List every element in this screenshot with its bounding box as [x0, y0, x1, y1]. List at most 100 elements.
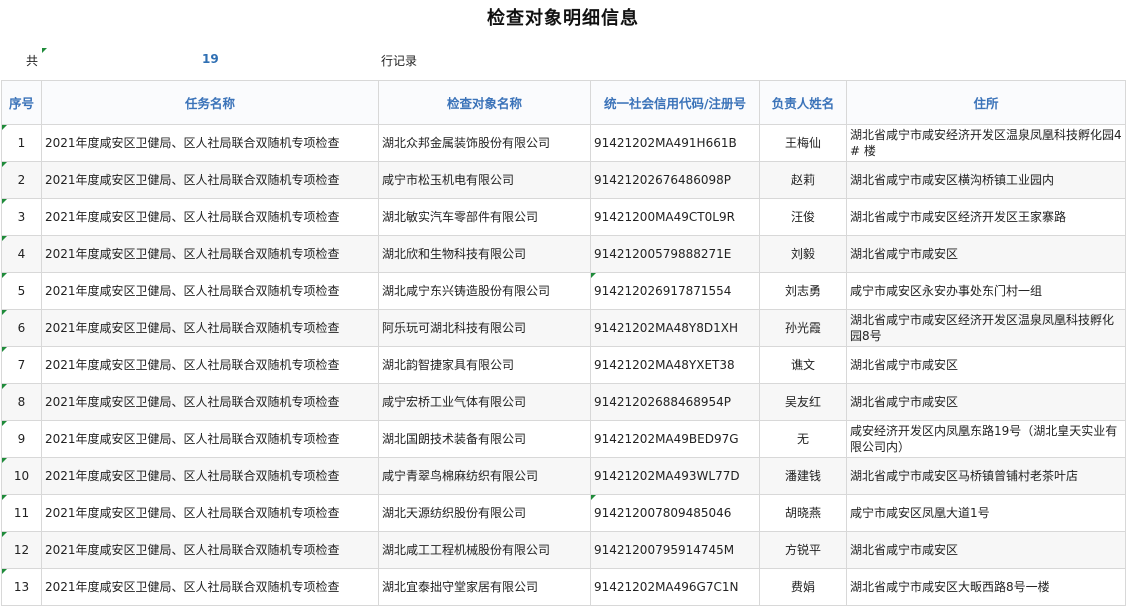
cell-seq: 6	[1, 309, 42, 347]
cell-target: 湖北国朗技术装备有限公司	[378, 420, 591, 458]
cell-code: 91421202MA49BED97G	[590, 420, 760, 458]
table-row[interactable]: 10 2021年度咸安区卫健局、区人社局联合双随机专项检查 咸宁青翠鸟棉麻纺织有限公…	[1, 457, 1126, 495]
cell-address: 湖北省咸宁市咸安经济开发区温泉凤凰科技孵化园4 # 楼	[846, 124, 1126, 162]
cell-target: 咸宁市松玉机电有限公司	[378, 161, 591, 199]
cell-task: 2021年度咸安区卫健局、区人社局联合双随机专项检查	[41, 420, 379, 458]
cell-address: 湖北省咸宁市咸安区	[846, 346, 1126, 384]
cell-task: 2021年度咸安区卫健局、区人社局联合双随机专项检查	[41, 309, 379, 347]
table-row[interactable]: 1 2021年度咸安区卫健局、区人社局联合双随机专项检查 湖北众邦金属装饰股份有限公…	[1, 124, 1126, 162]
cell-target: 咸宁青翠鸟棉麻纺织有限公司	[378, 457, 591, 495]
cell-code: 91421202676486098P	[590, 161, 760, 199]
table-row[interactable]: 6 2021年度咸安区卫健局、区人社局联合双随机专项检查 阿乐玩可湖北科技有限公司 9…	[1, 309, 1126, 347]
cell-person: 方锐平	[759, 531, 847, 569]
cell-person: 王梅仙	[759, 124, 847, 162]
cell-code: 914212007809485046	[590, 494, 760, 532]
cell-comment-marker	[2, 532, 7, 537]
cell-task: 2021年度咸安区卫健局、区人社局联合双随机专项检查	[41, 272, 379, 310]
cell-seq: 3	[1, 198, 42, 236]
page-title: 检查对象明细信息	[487, 8, 639, 29]
cell-code: 91421200MA49CT0L9R	[590, 198, 760, 236]
inspection-table: 序号 任务名称 检查对象名称 统一社会信用代码/注册号 负责人姓名 住所 1 20…	[1, 80, 1126, 606]
cell-task: 2021年度咸安区卫健局、区人社局联合双随机专项检查	[41, 198, 379, 236]
cell-comment-marker	[2, 162, 7, 167]
cell-target: 湖北宜泰拙守堂家居有限公司	[378, 568, 591, 606]
cell-task: 2021年度咸安区卫健局、区人社局联合双随机专项检查	[41, 235, 379, 273]
cell-comment-marker	[2, 347, 7, 352]
cell-comment-marker	[2, 458, 7, 463]
cell-person: 费娟	[759, 568, 847, 606]
cell-target: 湖北众邦金属装饰股份有限公司	[378, 124, 591, 162]
header-address: 住所	[846, 80, 1126, 125]
cell-person: 谯文	[759, 346, 847, 384]
cell-comment-marker	[2, 199, 7, 204]
table-row[interactable]: 11 2021年度咸安区卫健局、区人社局联合双随机专项检查 湖北天源纺织股份有限公司…	[1, 494, 1126, 532]
cell-target: 湖北咸工工程机械股份有限公司	[378, 531, 591, 569]
cell-task: 2021年度咸安区卫健局、区人社局联合双随机专项检查	[41, 494, 379, 532]
cell-address: 湖北省咸宁市咸安区	[846, 235, 1126, 273]
cell-task: 2021年度咸安区卫健局、区人社局联合双随机专项检查	[41, 346, 379, 384]
header-task: 任务名称	[41, 80, 379, 125]
cell-task: 2021年度咸安区卫健局、区人社局联合双随机专项检查	[41, 124, 379, 162]
cell-comment-marker	[42, 48, 47, 53]
table-row[interactable]: 4 2021年度咸安区卫健局、区人社局联合双随机专项检查 湖北欣和生物科技有限公司 9…	[1, 235, 1126, 273]
cell-comment-marker	[591, 273, 596, 278]
table-row[interactable]: 5 2021年度咸安区卫健局、区人社局联合双随机专项检查 湖北咸宁东兴铸造股份有限公…	[1, 272, 1126, 310]
cell-address: 湖北省咸宁市咸安区马桥镇曾铺村老茶叶店	[846, 457, 1126, 495]
cell-seq: 9	[1, 420, 42, 458]
cell-target: 咸宁宏桥工业气体有限公司	[378, 383, 591, 421]
cell-address: 湖北省咸宁市咸安区大畈西路8号一楼	[846, 568, 1126, 606]
table-row[interactable]: 3 2021年度咸安区卫健局、区人社局联合双随机专项检查 湖北敏实汽车零部件有限公司…	[1, 198, 1126, 236]
cell-comment-marker	[2, 310, 7, 315]
cell-code: 91421202MA493WL77D	[590, 457, 760, 495]
cell-person: 汪俊	[759, 198, 847, 236]
cell-seq: 12	[1, 531, 42, 569]
cell-seq: 10	[1, 457, 42, 495]
cell-address: 湖北省咸宁市咸安区经济开发区温泉凤凰科技孵化园8号	[846, 309, 1126, 347]
cell-seq: 8	[1, 383, 42, 421]
cell-comment-marker	[2, 125, 7, 130]
table-row[interactable]: 2 2021年度咸安区卫健局、区人社局联合双随机专项检查 咸宁市松玉机电有限公司 91…	[1, 161, 1126, 199]
cell-task: 2021年度咸安区卫健局、区人社局联合双随机专项检查	[41, 161, 379, 199]
cell-person: 刘志勇	[759, 272, 847, 310]
cell-code: 91421202MA491H661B	[590, 124, 760, 162]
cell-seq: 7	[1, 346, 42, 384]
cell-comment-marker	[2, 569, 7, 574]
cell-person: 赵莉	[759, 161, 847, 199]
table-row[interactable]: 8 2021年度咸安区卫健局、区人社局联合双随机专项检查 咸宁宏桥工业气体有限公司 9…	[1, 383, 1126, 421]
cell-task: 2021年度咸安区卫健局、区人社局联合双随机专项检查	[41, 383, 379, 421]
cell-person: 吴友红	[759, 383, 847, 421]
cell-code: 91421202688468954P	[590, 383, 760, 421]
cell-comment-marker	[2, 273, 7, 278]
header-person: 负责人姓名	[759, 80, 847, 125]
cell-address: 湖北省咸宁市咸安区横沟桥镇工业园内	[846, 161, 1126, 199]
cell-address: 湖北省咸宁市咸安区	[846, 531, 1126, 569]
cell-code: 914212026917871554	[590, 272, 760, 310]
table-row[interactable]: 13 2021年度咸安区卫健局、区人社局联合双随机专项检查 湖北宜泰拙守堂家居有限公…	[1, 568, 1126, 606]
cell-comment-marker	[2, 384, 7, 389]
table-row[interactable]: 12 2021年度咸安区卫健局、区人社局联合双随机专项检查 湖北咸工工程机械股份有限…	[1, 531, 1126, 569]
table-row[interactable]: 9 2021年度咸安区卫健局、区人社局联合双随机专项检查 湖北国朗技术装备有限公司 9…	[1, 420, 1126, 458]
cell-code: 91421200579888271E	[590, 235, 760, 273]
cell-seq: 1	[1, 124, 42, 162]
cell-person: 孙光霞	[759, 309, 847, 347]
cell-person: 潘建钱	[759, 457, 847, 495]
cell-person: 刘毅	[759, 235, 847, 273]
cell-code: 91421202MA496G7C1N	[590, 568, 760, 606]
cell-target: 阿乐玩可湖北科技有限公司	[378, 309, 591, 347]
cell-task: 2021年度咸安区卫健局、区人社局联合双随机专项检查	[41, 531, 379, 569]
cell-target: 湖北韵智捷家具有限公司	[378, 346, 591, 384]
cell-task: 2021年度咸安区卫健局、区人社局联合双随机专项检查	[41, 457, 379, 495]
cell-code: 91421200795914745M	[590, 531, 760, 569]
table-row[interactable]: 7 2021年度咸安区卫健局、区人社局联合双随机专项检查 湖北韵智捷家具有限公司 91…	[1, 346, 1126, 384]
cell-target: 湖北欣和生物科技有限公司	[378, 235, 591, 273]
cell-code: 91421202MA48YXET38	[590, 346, 760, 384]
cell-seq: 13	[1, 568, 42, 606]
cell-address: 湖北省咸宁市咸安区	[846, 383, 1126, 421]
cell-address: 咸宁市咸安区永安办事处东门村一组	[846, 272, 1126, 310]
cell-target: 湖北天源纺织股份有限公司	[378, 494, 591, 532]
cell-comment-marker	[2, 236, 7, 241]
header-code: 统一社会信用代码/注册号	[590, 80, 760, 125]
header-target: 检查对象名称	[378, 80, 591, 125]
cell-address: 湖北省咸宁市咸安区经济开发区王家寨路	[846, 198, 1126, 236]
cell-comment-marker	[591, 495, 596, 500]
